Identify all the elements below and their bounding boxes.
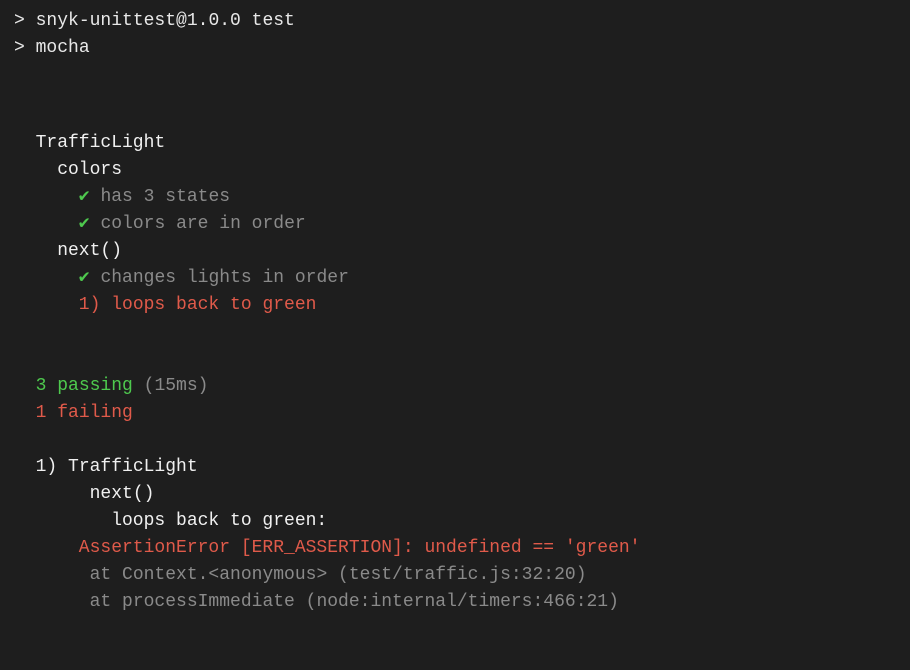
failure-header-suite: 1) TrafficLight — [14, 454, 896, 481]
suite-root: TrafficLight — [14, 130, 896, 157]
npm-script-header-line2: > mocha — [14, 35, 896, 62]
summary-failing: 1 failing — [14, 400, 896, 427]
summary-passing: 3 passing (15ms) — [14, 373, 896, 400]
failure-error: AssertionError [ERR_ASSERTION]: undefine… — [14, 535, 896, 562]
test-pass-3: ✔ changes lights in order — [14, 265, 896, 292]
failure-stack-2: at processImmediate (node:internal/timer… — [14, 589, 896, 616]
check-icon: ✔ — [79, 268, 90, 288]
suite-group-colors: colors — [14, 157, 896, 184]
test-pass-2: ✔ colors are in order — [14, 211, 896, 238]
failure-stack-1: at Context.<anonymous> (test/traffic.js:… — [14, 562, 896, 589]
check-icon: ✔ — [79, 187, 90, 207]
test-pass-1: ✔ has 3 states — [14, 184, 896, 211]
failure-header-group: next() — [14, 481, 896, 508]
check-icon: ✔ — [79, 214, 90, 234]
suite-group-next: next() — [14, 238, 896, 265]
failure-header-test: loops back to green: — [14, 508, 896, 535]
test-fail-1: 1) loops back to green — [14, 292, 896, 319]
npm-script-header-line1: > snyk-unittest@1.0.0 test — [14, 8, 896, 35]
